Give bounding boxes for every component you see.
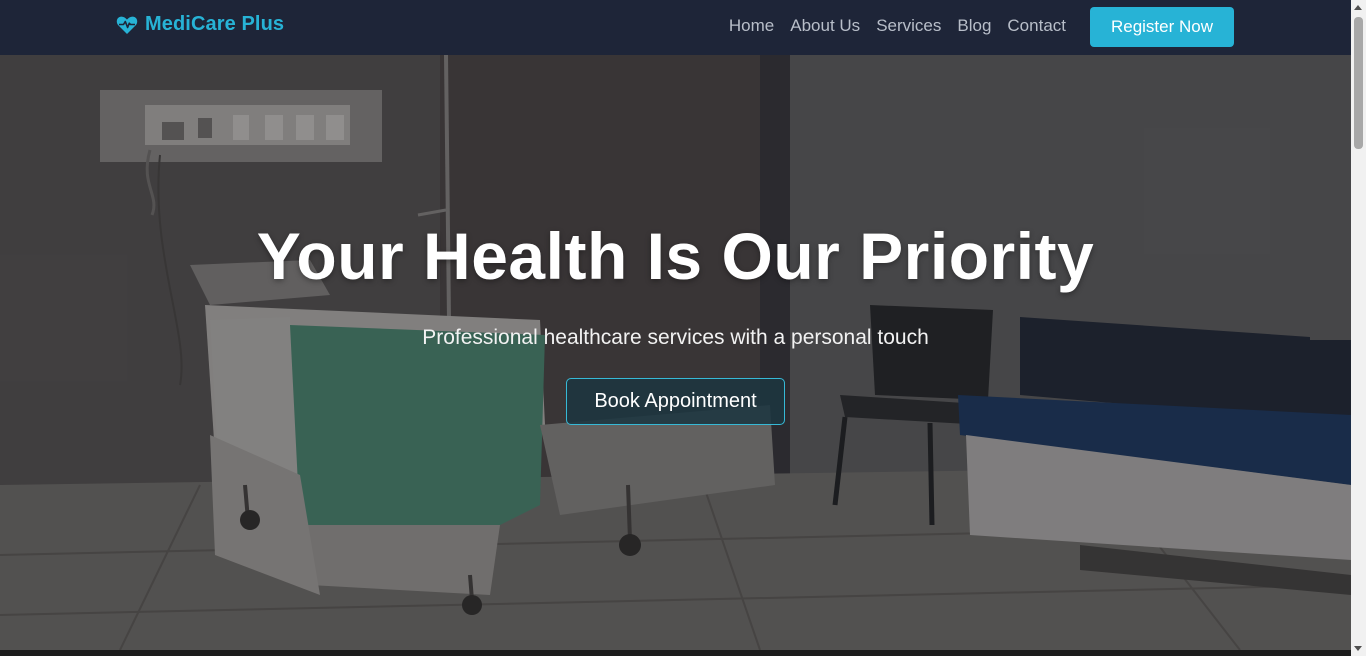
heart-pulse-icon xyxy=(116,15,138,35)
nav-link-services[interactable]: Services xyxy=(876,16,941,36)
scroll-down-arrow-icon[interactable] xyxy=(1354,646,1362,651)
hero-overlay xyxy=(0,55,1351,650)
hero-subtitle: Professional healthcare services with a … xyxy=(422,326,929,349)
brand-logo[interactable]: MediCare Plus xyxy=(116,13,284,36)
top-navbar: MediCare Plus Home About Us Services Blo… xyxy=(0,0,1351,55)
scroll-up-arrow-icon[interactable] xyxy=(1354,5,1362,10)
register-button[interactable]: Register Now xyxy=(1090,7,1234,47)
nav-link-contact[interactable]: Contact xyxy=(1007,16,1066,36)
book-appointment-button[interactable]: Book Appointment xyxy=(566,378,785,425)
nav-link-blog[interactable]: Blog xyxy=(957,16,991,36)
page-bottom-edge xyxy=(0,650,1351,656)
hero-section: Your Health Is Our Priority Professional… xyxy=(0,55,1351,650)
nav-menu: Home About Us Services Blog Contact xyxy=(729,16,1066,36)
brand-name: MediCare Plus xyxy=(145,13,285,35)
vertical-scrollbar[interactable] xyxy=(1351,0,1366,656)
scrollbar-thumb[interactable] xyxy=(1354,17,1363,149)
nav-link-about[interactable]: About Us xyxy=(790,16,860,36)
nav-link-home[interactable]: Home xyxy=(729,16,774,36)
hero-title: Your Health Is Our Priority xyxy=(256,219,1095,293)
